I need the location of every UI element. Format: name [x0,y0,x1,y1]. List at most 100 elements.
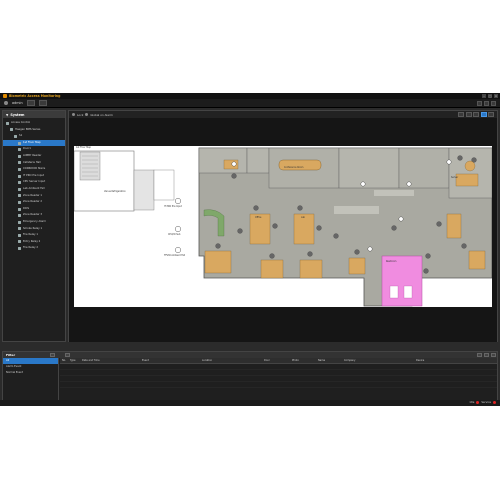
device-icon [10,128,13,132]
tree-item[interactable]: Zone Reader 3 [3,212,65,219]
system-panel-title: System [10,112,25,117]
venue-label: Venue Refrigeration [104,190,126,193]
restroom-label: Restroom [386,260,397,263]
column-header[interactable]: No. [60,359,68,362]
floor-plan-drawing [73,146,493,307]
map-viewport[interactable]: 1st Floor Map Venue Refrigeration IT PRO… [69,118,497,342]
event-grid: No. Type Date and Time Event Location Door Pho… [60,358,497,403]
close-icon[interactable]: × [494,94,498,98]
alarm-icon[interactable] [85,113,89,116]
layout-icon[interactable] [484,101,489,106]
tree-item[interactable]: Door1 [3,146,65,153]
tree-item-label: 1st Floor Map [23,140,41,144]
tree-item[interactable]: Zone Reader 1 [3,193,65,200]
tree-item-label: Fire Relay 1 [23,233,39,237]
tree-item[interactable]: Smoke Relay 1 [3,226,65,233]
app-window: Biometric Access Monitoring – □ × admin … [0,93,500,406]
tree-item[interactable]: RICS [3,206,65,213]
device-icon [18,227,21,231]
tree-item[interactable]: Cafeteria Hall [3,160,65,167]
event-prev-button[interactable] [477,353,482,357]
office-label: Office [255,216,262,219]
minimize-icon[interactable]: – [482,94,486,98]
tree-item-label: RICS [23,206,30,210]
device-icon [14,134,17,138]
event-next-button[interactable] [484,353,489,357]
system-panel: ▼ System Access Control Haagen BMS Series… [2,110,66,342]
tree-item[interactable]: Lab Ambient Fall [3,186,65,193]
tree-item[interactable]: CORRIDOR Stairs [3,166,65,173]
tree-item[interactable]: CPU Server Input [3,179,65,186]
tree-item-label: CORRIDOR Stairs [23,167,46,171]
device-icon [18,141,21,145]
lock-icon[interactable] [72,113,75,116]
device-icon [18,194,21,198]
lock-label[interactable]: Lock [77,113,83,117]
device-icon [6,121,9,125]
tree-item[interactable]: IT PRO Pre Input [3,173,65,180]
tree-item[interactable]: Zone Reader 2 [3,199,65,206]
app-title: Biometric Access Monitoring [9,94,61,98]
column-header[interactable]: Event [140,359,200,362]
home-button[interactable] [38,100,47,106]
device-icon [18,214,21,218]
nav-back-button[interactable] [26,100,35,106]
column-header[interactable]: Photo [290,359,316,362]
view-mode-button[interactable] [480,112,487,117]
tree-item-label: CPU Server Input [23,180,46,184]
tree-item[interactable]: Emergency Alarm [3,219,65,226]
status-dot-icon [476,401,480,404]
event-options-button[interactable] [65,353,70,357]
column-header[interactable]: Device [414,359,494,362]
column-header[interactable]: Location [200,359,262,362]
zoom-in-button[interactable] [458,112,464,117]
tree-item-label: Zone Reader 2 [23,200,43,204]
status-label-idle: Idle [469,401,475,404]
tree-item[interactable]: Fire Relay 2 [3,245,65,252]
filter-list: All Alarm Event Normal Event [3,358,59,403]
fit-button[interactable] [473,112,479,117]
status-dot-icon [493,401,496,404]
column-header[interactable]: Type [68,359,80,362]
tree-item[interactable]: S1 [3,133,65,140]
tree-item-label: Haagen BMS Series [15,127,41,131]
filter-options-button[interactable] [50,353,55,357]
tree-item[interactable]: Haagen BMS Series [3,127,65,134]
map-title-label: 1st Floor Map [76,146,91,149]
filter-item[interactable]: Normal Event [3,370,58,376]
column-header[interactable]: Company [342,359,414,362]
maximize-icon[interactable]: □ [488,94,492,98]
status-label-service: Service [481,401,491,404]
system-panel-header[interactable]: ▼ System [3,111,65,118]
map-toolbar: Lock Global on Alarm [69,111,497,118]
tree-item[interactable]: Access Control [3,120,65,127]
tree-item[interactable]: LOBBY Reader [3,153,65,160]
tree-item[interactable]: 1st Floor Map [3,139,65,147]
column-header[interactable]: Door [262,359,290,362]
device-icon [18,200,21,204]
device-icon [18,161,21,165]
device-tree: Access Control Haagen BMS Series S1 1st Flo… [3,118,65,252]
door-input-label[interactable]: IT PRO Pre Input [164,205,182,208]
tree-item[interactable]: Fire Relay 1 [3,232,65,239]
cpu-input-label[interactable]: CPU/IO Sub [168,233,180,236]
collapse-icon[interactable]: ▼ [6,113,8,117]
event-clear-button[interactable] [491,353,496,357]
settings-icon[interactable] [477,101,482,106]
device-icon [18,247,21,251]
help-icon[interactable] [491,101,496,106]
tree-item-label: LOBBY Reader [23,153,42,157]
tree-item[interactable]: Entry Relay 2 [3,239,65,246]
lab-label: Lab [301,216,305,219]
tree-item-label: Smoke Relay 1 [23,226,43,230]
column-header[interactable]: Name [316,359,342,362]
edit-mode-button[interactable] [488,112,494,117]
show-alarm-label[interactable]: Global on Alarm [90,113,112,117]
app-logo-icon [3,94,7,98]
ambient-label[interactable]: TFS30 Ambient Fall [164,254,185,257]
column-header[interactable]: Date and Time [80,359,140,362]
zoom-out-button[interactable] [465,112,472,117]
tree-item-label: Zone Reader 1 [23,193,43,197]
floor-plan-map[interactable]: 1st Floor Map Venue Refrigeration IT PRO… [73,146,493,307]
event-row[interactable] [60,382,497,388]
